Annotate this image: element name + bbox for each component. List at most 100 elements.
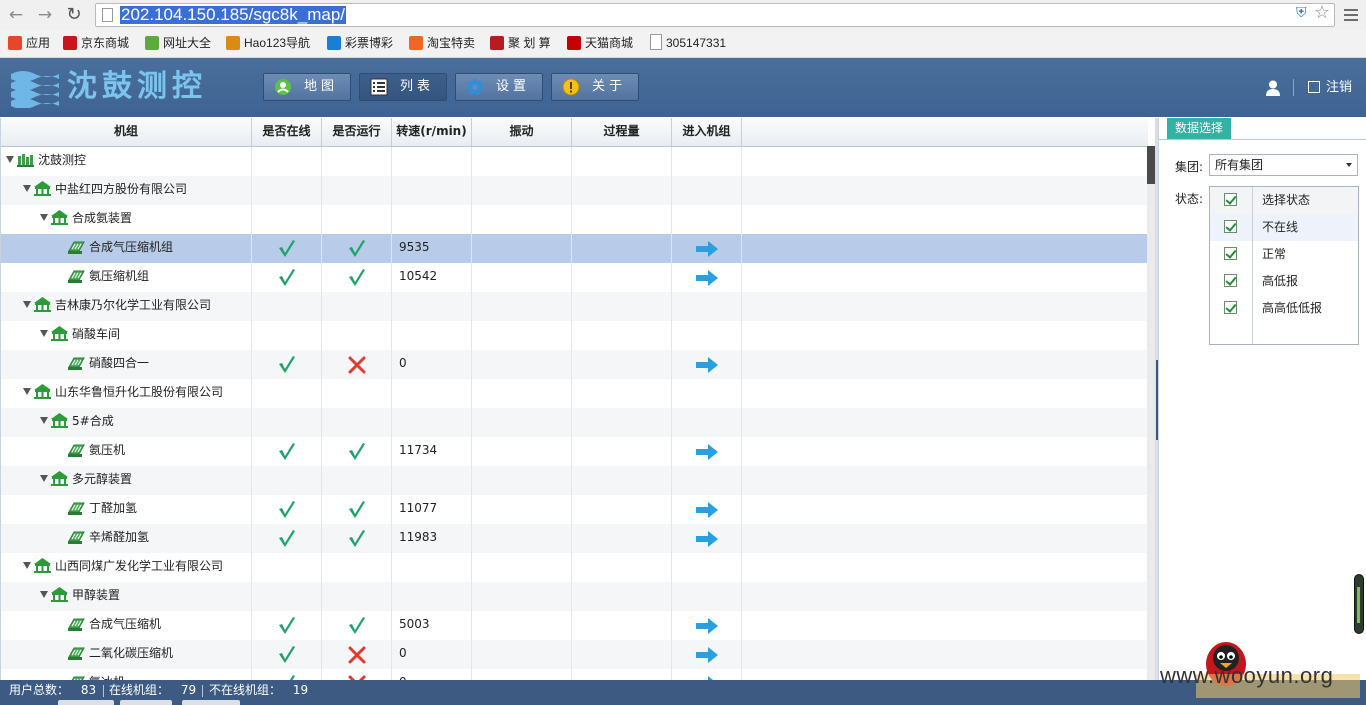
enter-arrow-icon[interactable]: [695, 502, 718, 518]
bookmark-0[interactable]: 应用: [8, 30, 50, 57]
address-bar[interactable]: 202.104.150.185/sgc8k_map/: [95, 3, 1335, 27]
table-row[interactable]: 山东华鲁恒升化工股份有限公司: [1, 379, 1148, 408]
checkbox[interactable]: [1224, 274, 1237, 287]
panel-tab-underline: [1159, 139, 1366, 140]
bookmark-2[interactable]: 网址大全: [145, 30, 211, 57]
expand-toggle-icon[interactable]: [40, 330, 48, 337]
table-row[interactable]: 甲醇装置: [1, 582, 1148, 611]
table-row[interactable]: 丁醛加氢 11077: [1, 495, 1148, 524]
logout-icon[interactable]: [1308, 81, 1320, 93]
col-enter-cell[interactable]: [672, 234, 742, 263]
col-unit-header[interactable]: 机组: [1, 118, 252, 146]
back-icon[interactable]: ←: [7, 6, 25, 24]
expand-toggle-icon[interactable]: [40, 591, 48, 598]
bookmark-1[interactable]: 京东商城: [63, 30, 129, 57]
expand-toggle-icon[interactable]: [23, 301, 31, 308]
checkbox[interactable]: [1224, 247, 1237, 260]
table-row[interactable]: 二氧化碳压缩机 0: [1, 640, 1148, 669]
bookmark-8[interactable]: 305147331: [650, 30, 726, 57]
expand-toggle-icon[interactable]: [23, 388, 31, 395]
table-row[interactable]: 硝酸四合一 0: [1, 350, 1148, 379]
expand-toggle-icon[interactable]: [40, 214, 48, 221]
state-option[interactable]: 不在线: [1210, 214, 1358, 241]
expand-toggle-icon[interactable]: [40, 417, 48, 424]
checkbox[interactable]: [1224, 193, 1237, 206]
col-enter-cell[interactable]: [672, 495, 742, 524]
col-enter-cell[interactable]: [672, 263, 742, 292]
col-running-header[interactable]: 是否运行: [322, 118, 392, 146]
star-icon[interactable]: ☆: [1314, 4, 1330, 22]
table-row[interactable]: 合成氨装置: [1, 205, 1148, 234]
col-process-header[interactable]: 过程量: [572, 118, 672, 146]
table-row[interactable]: 吉林康乃尔化学工业有限公司: [1, 292, 1148, 321]
enter-arrow-icon[interactable]: [695, 531, 718, 547]
state-option[interactable]: 高低报: [1210, 268, 1358, 295]
bookmark-3[interactable]: Hao123导航: [226, 30, 310, 57]
col-enter-cell[interactable]: [672, 640, 742, 669]
col-online-header[interactable]: 是否在线: [252, 118, 322, 146]
expand-toggle-icon[interactable]: [23, 562, 31, 569]
state-option[interactable]: 高高低低报: [1210, 295, 1358, 322]
nav-list-button[interactable]: 列表: [359, 73, 447, 101]
col-enter-cell: [672, 292, 742, 321]
grid-scrollbar[interactable]: [1147, 146, 1155, 680]
table-row[interactable]: 沈鼓测控: [1, 147, 1148, 176]
logout-link[interactable]: 注销: [1326, 79, 1352, 96]
enter-arrow-icon[interactable]: [695, 444, 718, 460]
floating-scroll-widget[interactable]: [1354, 574, 1364, 634]
bookmark-4[interactable]: 彩票博彩: [327, 30, 393, 57]
reload-icon[interactable]: ↻: [65, 6, 83, 24]
expand-toggle-icon[interactable]: [6, 156, 14, 163]
group-select[interactable]: 所有集团: [1209, 154, 1358, 176]
col-enter-cell[interactable]: [672, 350, 742, 379]
nav-map-button[interactable]: 地图: [263, 73, 351, 101]
expand-toggle-icon[interactable]: [40, 475, 48, 482]
col-enter-header[interactable]: 进入机组: [672, 118, 742, 146]
nav-about-button[interactable]: 关于: [551, 73, 639, 101]
enter-arrow-icon[interactable]: [695, 241, 718, 257]
enter-arrow-icon[interactable]: [695, 647, 718, 663]
state-select-all[interactable]: 选择状态: [1210, 187, 1358, 215]
state-option[interactable]: 正常: [1210, 241, 1358, 268]
col-enter-cell[interactable]: [672, 669, 742, 680]
table-row[interactable]: 合成气压缩机 5003: [1, 611, 1148, 640]
shield-icon[interactable]: ⛨: [1296, 6, 1310, 21]
panel-tab[interactable]: 数据选择: [1167, 118, 1232, 139]
table-row[interactable]: 多元醇装置: [1, 466, 1148, 495]
unit-name: 硝酸车间: [72, 327, 121, 341]
filler-cell: [742, 321, 1148, 350]
table-row[interactable]: 辛烯醛加氢 11983: [1, 524, 1148, 553]
table-row[interactable]: 合成气压缩机组 9535: [1, 234, 1148, 263]
menu-icon[interactable]: [1344, 9, 1358, 21]
enter-arrow-icon[interactable]: [695, 618, 718, 634]
user-icon[interactable]: [1266, 80, 1280, 96]
bookmark-6[interactable]: 聚 划 算: [490, 30, 551, 57]
enter-arrow-icon[interactable]: [695, 357, 718, 373]
checkbox[interactable]: [1224, 301, 1237, 314]
col-vibration-header[interactable]: 振动: [472, 118, 572, 146]
enter-arrow-icon[interactable]: [695, 270, 718, 286]
col-enter-cell[interactable]: [672, 524, 742, 553]
table-row[interactable]: 中盐红四方股份有限公司: [1, 176, 1148, 205]
nav-settings-button[interactable]: 设置: [455, 73, 543, 101]
cross-icon: [348, 646, 365, 664]
expand-toggle-icon[interactable]: [23, 185, 31, 192]
bookmark-5[interactable]: 淘宝特卖: [409, 30, 475, 57]
forward-icon[interactable]: →: [36, 6, 54, 24]
table-row[interactable]: 氨冰机 0: [1, 669, 1148, 680]
table-row[interactable]: 山西同煤广发化学工业有限公司: [1, 553, 1148, 582]
filler-cell: [742, 437, 1148, 466]
bookmark-7[interactable]: 天猫商城: [567, 30, 633, 57]
grid-scrollbar-thumb[interactable]: [1147, 146, 1155, 184]
col-enter-cell[interactable]: [672, 611, 742, 640]
filler-cell: [742, 379, 1148, 408]
table-row[interactable]: 氨压机 11734: [1, 437, 1148, 466]
table-row[interactable]: 5#合成: [1, 408, 1148, 437]
checkbox[interactable]: [1224, 220, 1237, 233]
filler-cell: [742, 611, 1148, 640]
url-text[interactable]: 202.104.150.185/sgc8k_map/: [120, 6, 347, 24]
table-row[interactable]: 硝酸车间: [1, 321, 1148, 350]
col-speed-header[interactable]: 转速(r/min): [392, 118, 472, 146]
table-row[interactable]: 氨压缩机组 10542: [1, 263, 1148, 292]
col-enter-cell[interactable]: [672, 437, 742, 466]
